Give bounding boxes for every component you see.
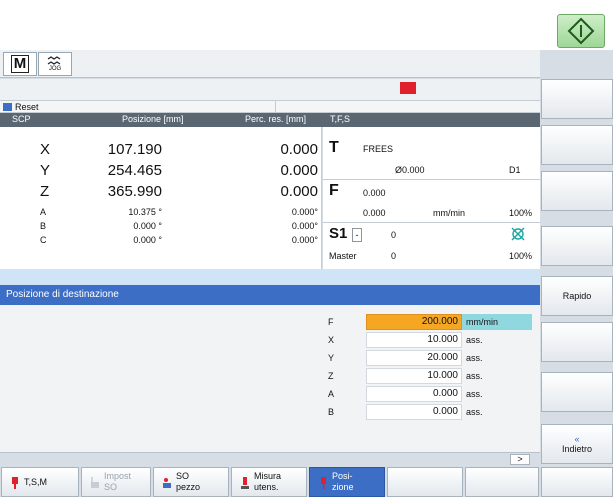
header-tfs: T,F,S	[330, 114, 351, 124]
channel-status-row: Reset	[0, 101, 540, 113]
vertical-softkey-6[interactable]	[541, 322, 613, 362]
axis-row: Z 365.990 0.000	[40, 183, 318, 200]
softkey-impost-so[interactable]: Impost SO	[81, 467, 151, 497]
spindle-master: Master	[329, 251, 357, 261]
status-line: >	[0, 452, 540, 466]
separator-strip	[0, 269, 540, 285]
axis-row: C 0.000 ° 0.000°	[40, 235, 318, 245]
back-arrow-icon: «	[574, 433, 580, 444]
tool-icon	[12, 477, 18, 489]
softkey-so-pezzo[interactable]: SO pezzo	[153, 467, 229, 497]
jog-wave-icon	[47, 55, 61, 65]
vertical-softkey-3[interactable]	[541, 171, 613, 211]
feed-unit-select[interactable]: mm/min	[462, 314, 532, 330]
field-label: Y	[328, 353, 335, 363]
workpiece-offset-icon	[91, 477, 99, 488]
tool-name: FREES	[363, 144, 394, 154]
position-icon	[321, 477, 326, 489]
tool-diameter: Ø0.000	[395, 165, 425, 175]
z-mode[interactable]: ass.	[466, 371, 483, 381]
indietro-softkey[interactable]: « Indietro	[541, 424, 613, 464]
tool-letter: T	[329, 139, 339, 156]
workpiece-zero-icon	[163, 478, 171, 488]
header-scp: SCP	[12, 114, 31, 124]
softkey-posizione[interactable]: Posi- zione	[309, 467, 385, 497]
vertical-softkey-4[interactable]	[541, 226, 613, 266]
alarm-area	[0, 79, 540, 101]
header-position: Posizione [mm]	[122, 114, 184, 124]
softkey-empty-7[interactable]	[465, 467, 539, 497]
window-title: Posizione di destinazione	[0, 285, 540, 305]
cycle-start-button[interactable]	[557, 14, 605, 48]
spindle-actual: 0	[391, 251, 397, 261]
tool-d-number: D1	[509, 165, 521, 175]
axis-row: Y 254.465 0.000	[40, 162, 318, 179]
field-label: Z	[328, 371, 334, 381]
alarm-flag-icon	[400, 82, 416, 94]
cycle-start-icon	[567, 17, 595, 45]
tfs-panel: T FREES Ø0.000 D1 F 0.000 0.000 mm/min 1…	[323, 127, 540, 269]
header-distance: Perc. res. [mm]	[245, 114, 307, 124]
y-mode[interactable]: ass.	[466, 353, 483, 363]
axis-row: A 10.375 ° 0.000°	[40, 207, 318, 217]
axes-header-row: SCP Posizione [mm] Perc. res. [mm] T,F,S	[0, 113, 540, 127]
field-label: A	[328, 389, 335, 399]
field-label: X	[328, 335, 335, 345]
x-input[interactable]: 10.000	[366, 332, 462, 348]
spindle-select[interactable]: -	[352, 228, 362, 242]
a-mode[interactable]: ass.	[466, 389, 483, 399]
y-input[interactable]: 20.000	[366, 350, 462, 366]
channel-status-icon	[3, 103, 12, 111]
field-label: F	[328, 317, 334, 327]
b-mode[interactable]: ass.	[466, 407, 483, 417]
b-input[interactable]: 0.000	[366, 404, 462, 420]
vertical-softkey-2[interactable]	[541, 125, 613, 165]
reset-status: Reset	[15, 102, 39, 112]
softkey-tsm[interactable]: T,S,M	[1, 467, 79, 497]
vertical-softkey-7[interactable]	[541, 372, 613, 412]
axis-row: B 0.000 ° 0.000°	[40, 221, 318, 231]
spindle-value: 0	[391, 230, 397, 240]
target-position-form: F 200.000 mm/min X 10.000 ass. Y 20.000 …	[0, 305, 540, 452]
feed-letter: F	[329, 182, 339, 199]
feed-unit: mm/min	[433, 208, 465, 218]
jog-mode-icon[interactable]: JOG	[38, 52, 72, 76]
vertical-softkey-1[interactable]	[541, 79, 613, 119]
rapido-softkey[interactable]: Rapido	[541, 276, 613, 316]
spindle-override: 100%	[509, 251, 533, 261]
machine-mode-icon[interactable]: M	[3, 52, 37, 76]
softkey-misura-utens[interactable]: Misura utens.	[231, 467, 307, 497]
feed-input[interactable]: 200.000	[366, 314, 462, 330]
softkey-empty-8[interactable]	[541, 467, 613, 497]
axes-panel: X 107.190 0.000 Y 254.465 0.000 Z 365.99…	[0, 127, 322, 269]
top-bar: M JOG	[0, 50, 540, 78]
spindle-label: S1	[329, 225, 348, 242]
field-label: B	[328, 407, 335, 417]
a-input[interactable]: 0.000	[366, 386, 462, 402]
softkey-empty-6[interactable]	[387, 467, 463, 497]
tool-measure-icon	[241, 477, 249, 489]
softkey-scroll-indicator[interactable]: >	[510, 454, 530, 465]
feed-actual: 0.000	[363, 208, 386, 218]
feed-value: 0.000	[363, 188, 386, 198]
feed-override: 100%	[509, 208, 533, 218]
x-mode[interactable]: ass.	[466, 335, 483, 345]
indietro-label: Indietro	[561, 443, 593, 454]
axis-row: X 107.190 0.000	[40, 141, 318, 158]
z-input[interactable]: 10.000	[366, 368, 462, 384]
spindle-stop-icon	[511, 227, 525, 241]
